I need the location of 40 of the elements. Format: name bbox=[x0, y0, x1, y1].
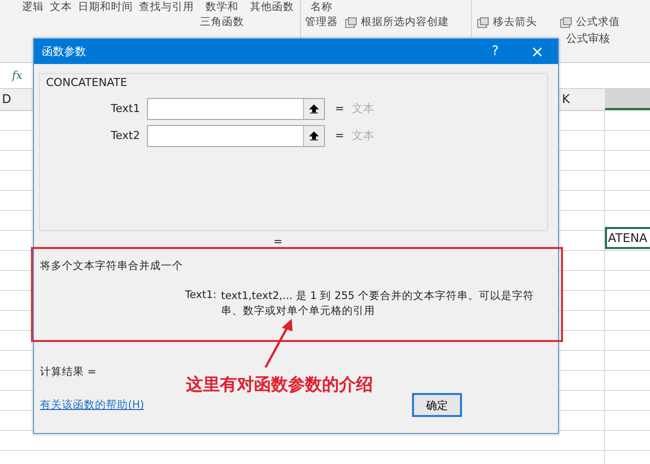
ribbon-button[interactable]: 逻辑 bbox=[20, 0, 46, 15]
insert-function-button[interactable]: fx bbox=[12, 69, 22, 82]
ribbon-button[interactable]: 其他函数 bbox=[248, 0, 296, 15]
argument-input[interactable] bbox=[147, 124, 325, 146]
help-link[interactable]: 有关该函数的帮助(H) bbox=[40, 398, 412, 412]
argument-input[interactable] bbox=[147, 98, 325, 120]
ribbon-button[interactable]: 公式求值 bbox=[557, 15, 622, 30]
column-header[interactable]: K bbox=[562, 92, 570, 106]
ribbon-button[interactable]: 日期和时间 bbox=[76, 0, 135, 15]
close-button[interactable]: × bbox=[530, 42, 544, 61]
column-header[interactable] bbox=[605, 89, 650, 110]
argument-name: Text1: bbox=[185, 289, 218, 303]
active-cell[interactable]: ATENA bbox=[605, 227, 650, 249]
function-name: CONCATENATE bbox=[46, 76, 128, 89]
argument-value: 文本 bbox=[352, 101, 374, 116]
help-button[interactable]: ? bbox=[492, 44, 499, 59]
ribbon-button[interactable]: 名称 管理器 bbox=[303, 0, 340, 30]
annotation-text: 这里有对函数参数的介绍 bbox=[186, 374, 373, 396]
upload-icon bbox=[309, 104, 319, 114]
ribbon-button[interactable]: 文本 bbox=[48, 0, 74, 15]
argument-label: Text2 bbox=[110, 129, 141, 142]
ribbon-button[interactable]: 查找与引用 bbox=[137, 0, 196, 15]
argument-label: Text1 bbox=[110, 102, 141, 115]
ribbon-button[interactable]: 移去箭头 bbox=[474, 15, 539, 30]
equals-sign: = bbox=[273, 235, 283, 248]
argument-description: text1,text2,... 是 1 到 255 个要合并的文本字符串。可以是字符串、数字或对单个单元格的引用 bbox=[221, 289, 535, 319]
argument-value: 文本 bbox=[352, 128, 374, 143]
collapse-button[interactable] bbox=[303, 126, 324, 146]
column-header[interactable]: D bbox=[2, 92, 12, 106]
result-label: 计算结果 = bbox=[40, 365, 98, 379]
function-description: 将多个文本字符串合并成一个 bbox=[40, 259, 184, 273]
ribbon-button[interactable]: 根据所选内容创建 bbox=[342, 15, 451, 30]
equals-sign: = bbox=[335, 129, 344, 142]
ribbon-group-label: 公式审核 bbox=[566, 31, 610, 46]
ribbon-button[interactable]: 数学和 三角函数 bbox=[198, 0, 246, 30]
dialog-title: 函数参数 bbox=[42, 44, 87, 59]
equals-sign: = bbox=[335, 102, 344, 115]
collapse-button[interactable] bbox=[303, 98, 324, 118]
ok-button[interactable]: 确定 bbox=[412, 393, 462, 417]
upload-icon bbox=[309, 130, 319, 140]
